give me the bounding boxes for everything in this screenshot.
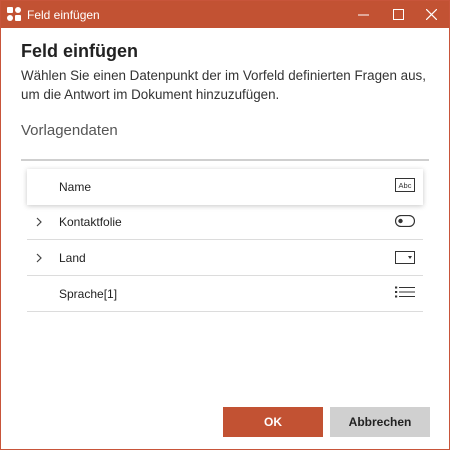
field-label: Name <box>59 180 92 194</box>
list-icon <box>395 286 415 298</box>
dialog-window: Feld einfügen Feld einfügen Wählen Sie e… <box>0 0 450 450</box>
app-logo-icon <box>7 7 21 21</box>
maximize-button[interactable] <box>382 1 415 28</box>
text-field-icon: Abc <box>395 178 415 192</box>
row-divider <box>27 311 423 312</box>
field-row-sprache[interactable]: Sprache[1] <box>27 276 423 312</box>
field-row-kontaktfolie[interactable]: Kontaktfolie <box>27 204 423 240</box>
field-row-land[interactable]: Land <box>27 240 423 276</box>
close-icon <box>426 9 437 20</box>
field-label: Land <box>59 251 86 265</box>
text-field-icon-text: Abc <box>399 181 412 190</box>
maximize-icon <box>393 9 404 20</box>
window-title: Feld einfügen <box>27 8 100 22</box>
chevron-right-icon[interactable] <box>34 251 44 265</box>
minimize-icon <box>358 14 369 16</box>
ok-button[interactable]: OK <box>223 407 323 437</box>
title-bar[interactable]: Feld einfügen <box>1 1 449 28</box>
cancel-button[interactable]: Abbrechen <box>330 407 430 437</box>
section-title: Vorlagendaten <box>21 122 118 139</box>
dialog-description: Wählen Sie einen Datenpunkt der im Vorfe… <box>21 68 426 102</box>
close-button[interactable] <box>415 1 448 28</box>
dropdown-icon <box>395 251 415 264</box>
field-row-name[interactable]: Name Abc <box>27 169 423 205</box>
section-divider <box>21 159 429 161</box>
field-label: Sprache[1] <box>59 287 118 301</box>
dialog-heading: Feld einfügen <box>21 41 138 61</box>
field-label: Kontaktfolie <box>59 215 122 229</box>
chevron-right-icon[interactable] <box>34 215 44 229</box>
minimize-button[interactable] <box>347 1 380 28</box>
toggle-icon <box>395 215 415 227</box>
